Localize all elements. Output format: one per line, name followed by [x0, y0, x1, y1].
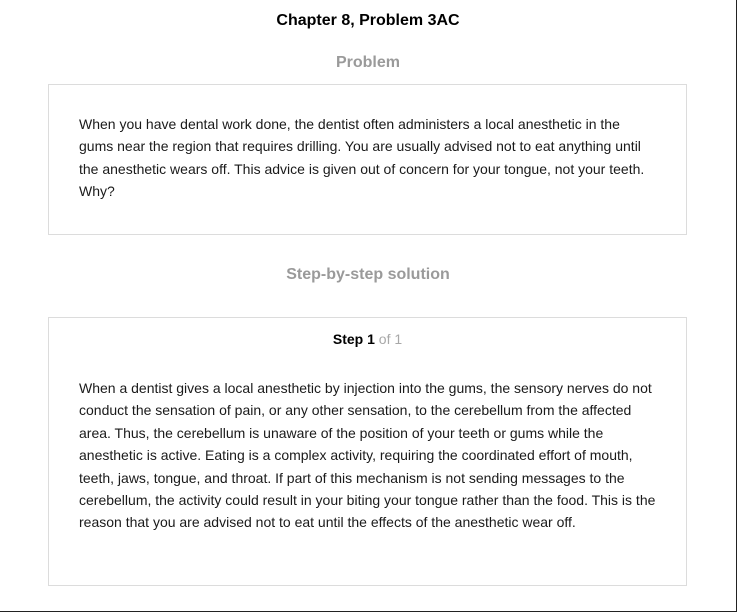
step-indicator: Step 1 of 1: [49, 331, 686, 347]
page-frame: Chapter 8, Problem 3AC Problem When you …: [0, 0, 737, 612]
page-title: Chapter 8, Problem 3AC: [276, 12, 460, 29]
step-number: 1: [367, 331, 375, 347]
step-total: of 1: [378, 331, 403, 347]
problem-card: When you have dental work done, the dent…: [48, 84, 687, 235]
solution-card: Step 1 of 1 When a dentist gives a local…: [48, 317, 687, 586]
solution-heading: Step-by-step solution: [286, 266, 450, 283]
problem-heading: Problem: [335, 54, 400, 71]
step-word: Step: [332, 331, 364, 347]
problem-text: When you have dental work done, the dent…: [79, 116, 645, 200]
solution-text: When a dentist gives a local anesthetic …: [79, 380, 656, 531]
